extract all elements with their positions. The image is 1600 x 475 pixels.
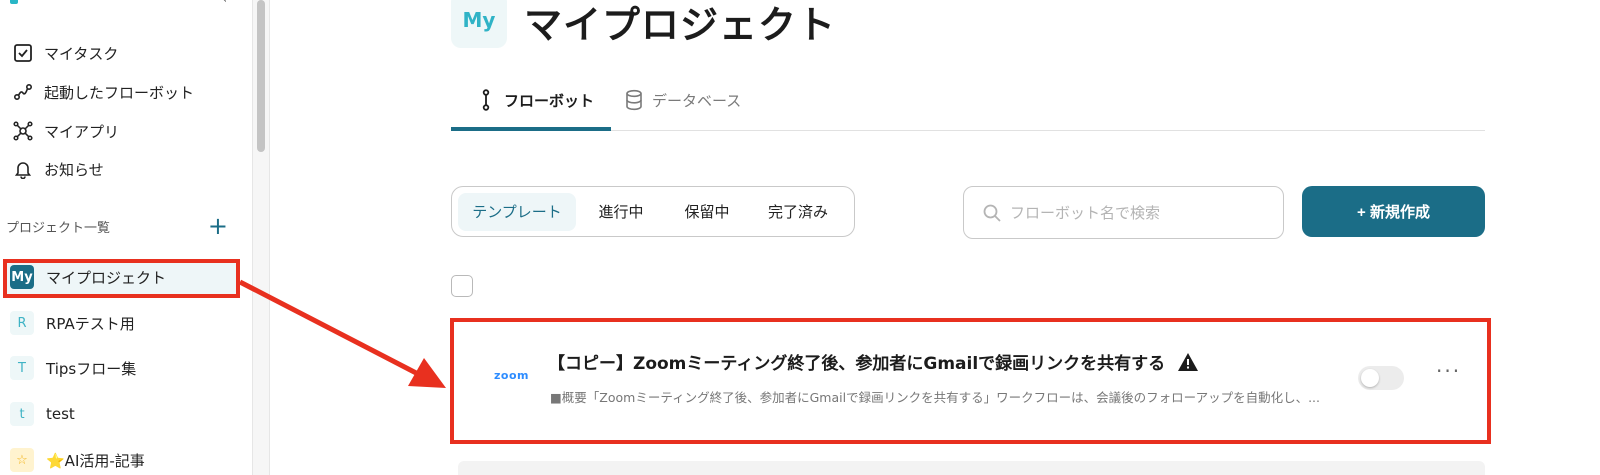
nav-item-label: マイアプリ [44, 122, 120, 141]
search-box [963, 186, 1284, 239]
project-item-ai[interactable]: ☆ ⭐AI活用-記事 [10, 445, 145, 475]
tab-database[interactable]: データベース [624, 84, 741, 116]
filter-completed[interactable]: 完了済み [748, 193, 848, 231]
scrollbar-thumb[interactable] [257, 0, 265, 152]
add-project-button[interactable]: + [208, 214, 228, 238]
bell-icon [12, 158, 34, 180]
highlight-box-card [450, 318, 1491, 444]
filter-in-progress[interactable]: 進行中 [576, 193, 666, 231]
sidebar: ‹ マイタスク 起動したフローボット マイアプリ お知らせ プロジェクト一覧 +… [0, 0, 252, 475]
project-item-rpa-test[interactable]: R RPAテスト用 [10, 308, 135, 338]
network-icon [12, 120, 34, 142]
highlight-box-sidebar [3, 259, 240, 298]
nav-item-my-apps[interactable]: マイアプリ [12, 116, 119, 146]
project-badge: t [10, 402, 34, 426]
select-all-checkbox[interactable] [451, 275, 473, 297]
nav-item-label: マイタスク [44, 44, 119, 63]
projects-header: プロジェクト一覧 + [6, 214, 234, 238]
project-label: test [46, 405, 75, 423]
project-item-tips[interactable]: T Tipsフロー集 [10, 353, 136, 383]
chevron-icon[interactable]: ‹ [222, 0, 227, 7]
search-icon [983, 204, 1001, 222]
project-label: ⭐AI活用-記事 [46, 451, 145, 470]
star-icon: ☆ [10, 448, 34, 472]
nav-item-launched-flowbots[interactable]: 起動したフローボット [12, 77, 194, 107]
database-icon [626, 89, 642, 111]
nav-item-label: 起動したフローボット [44, 83, 195, 102]
nav-item-label: お知らせ [44, 160, 104, 179]
flowbot-card-next[interactable] [458, 461, 1485, 475]
sidebar-scrollbar[interactable] [252, 0, 270, 475]
tab-flowbot[interactable]: フローボット [476, 84, 594, 116]
project-item-test[interactable]: t test [10, 399, 75, 429]
tab-label: データベース [652, 91, 742, 110]
projects-header-label: プロジェクト一覧 [6, 220, 111, 236]
status-filter: テンプレート 進行中 保留中 完了済み [451, 186, 855, 237]
filter-template[interactable]: テンプレート [458, 192, 576, 231]
filter-on-hold[interactable]: 保留中 [666, 193, 748, 231]
page-title: マイプロジェクト [524, 3, 837, 47]
project-label: Tipsフロー集 [46, 359, 137, 378]
nav-item-notifications[interactable]: お知らせ [12, 154, 104, 184]
flow-icon [12, 81, 34, 103]
project-label: RPAテスト用 [46, 314, 135, 333]
checkbox-icon [12, 42, 34, 64]
tab-label: フローボット [504, 91, 595, 110]
tab-active-indicator [451, 127, 611, 131]
project-badge: R [10, 311, 34, 335]
search-input[interactable] [1010, 203, 1270, 222]
logo-fragment [10, 0, 18, 4]
project-badge: T [10, 356, 34, 380]
nav-item-my-tasks[interactable]: マイタスク [12, 38, 118, 68]
new-flowbot-button[interactable]: + 新規作成 [1302, 186, 1485, 237]
flowbot-icon [482, 89, 490, 111]
project-title-badge: My [451, 0, 507, 48]
